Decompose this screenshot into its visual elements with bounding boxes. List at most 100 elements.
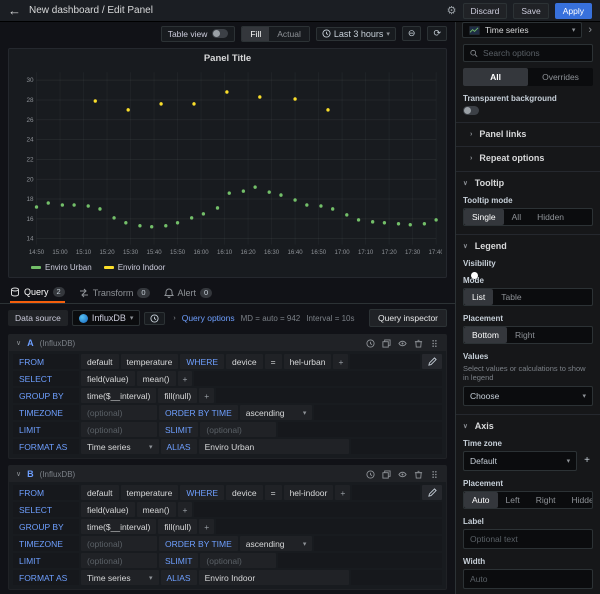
groupby-time[interactable]: time($__interval) bbox=[81, 388, 156, 403]
axis-placement-right[interactable]: Right bbox=[528, 492, 564, 508]
tab-all[interactable]: All bbox=[463, 68, 528, 86]
select-function[interactable]: mean() bbox=[137, 502, 176, 517]
axis-label-input[interactable] bbox=[463, 529, 593, 549]
axis-placement-hidden[interactable]: Hidden bbox=[564, 492, 593, 508]
query-options-link[interactable]: Query options bbox=[182, 313, 235, 323]
drag-handle-icon[interactable] bbox=[430, 339, 439, 348]
retention-policy[interactable]: default bbox=[81, 485, 119, 500]
legend-values-select[interactable]: Choose ▾ bbox=[463, 386, 593, 406]
legend-placement-right[interactable]: Right bbox=[507, 327, 543, 343]
history-icon[interactable] bbox=[366, 470, 375, 479]
tab-alert[interactable]: Alert 0 bbox=[164, 286, 213, 303]
collapse-sidebar-icon[interactable]: › bbox=[586, 24, 594, 36]
add-condition-button[interactable]: + bbox=[335, 485, 350, 500]
measurement[interactable]: temperature bbox=[121, 485, 179, 500]
tab-query[interactable]: Query 2 bbox=[10, 286, 65, 303]
apply-button[interactable]: Apply bbox=[555, 3, 592, 19]
measurement[interactable]: temperature bbox=[121, 354, 179, 369]
repeat-options-group[interactable]: › Repeat options bbox=[456, 146, 600, 163]
format-select[interactable]: Time series ▾ bbox=[81, 570, 159, 585]
axis-placement-auto[interactable]: Auto bbox=[464, 492, 498, 508]
panel-title[interactable]: Panel Title bbox=[9, 49, 446, 66]
eye-icon[interactable] bbox=[398, 470, 407, 479]
eye-icon[interactable] bbox=[398, 339, 407, 348]
edit-raw-query-button[interactable] bbox=[422, 354, 442, 369]
datasource-picker[interactable]: InfluxDB ▾ bbox=[72, 310, 141, 326]
trash-icon[interactable] bbox=[414, 339, 423, 348]
refresh-button[interactable]: ⟳ bbox=[427, 26, 447, 41]
axis-placement-left[interactable]: Left bbox=[498, 492, 528, 508]
where-tag-value[interactable]: hel-indoor bbox=[284, 485, 334, 500]
save-button[interactable]: Save bbox=[513, 3, 548, 19]
groupby-time[interactable]: time($__interval) bbox=[81, 519, 156, 534]
chart-svg[interactable]: 14161820222426283014:5015:0015:1015:2015… bbox=[13, 66, 442, 263]
fill-option[interactable]: Fill bbox=[242, 27, 269, 41]
timezone-input[interactable] bbox=[81, 405, 157, 420]
groupby-fill[interactable]: fill(null) bbox=[158, 519, 197, 534]
orderby-select[interactable]: ascending ▾ bbox=[240, 405, 313, 420]
legend-item-enviro-urban[interactable]: Enviro Urban bbox=[31, 263, 92, 272]
legend-mode-table[interactable]: Table bbox=[493, 289, 529, 305]
retention-policy[interactable]: default bbox=[81, 354, 119, 369]
drag-handle-icon[interactable] bbox=[430, 470, 439, 479]
query-header-a[interactable]: ∨ A (InfluxDB) bbox=[9, 335, 446, 351]
history-icon[interactable] bbox=[366, 339, 375, 348]
add-select-button[interactable]: + bbox=[178, 371, 193, 386]
orderby-select[interactable]: ascending ▾ bbox=[240, 536, 313, 551]
tooltip-mode-all[interactable]: All bbox=[504, 209, 529, 225]
edit-raw-query-button[interactable] bbox=[422, 485, 442, 500]
timezone-input[interactable] bbox=[81, 536, 157, 551]
slimit-input[interactable] bbox=[200, 422, 276, 437]
visualization-picker[interactable]: Time series ▾ bbox=[462, 22, 582, 38]
where-operator[interactable]: = bbox=[265, 354, 282, 369]
tooltip-section-header[interactable]: ∨ Tooltip bbox=[463, 178, 593, 188]
legend-item-enviro-indoor[interactable]: Enviro Indoor bbox=[104, 263, 166, 272]
options-search[interactable] bbox=[463, 44, 593, 62]
gear-icon[interactable]: ⚙ bbox=[447, 4, 457, 17]
datasource-help-button[interactable] bbox=[144, 312, 165, 325]
chevron-right-icon[interactable]: › bbox=[173, 315, 175, 322]
transparent-background-switch[interactable] bbox=[463, 106, 479, 115]
alias-input[interactable] bbox=[199, 439, 349, 454]
add-groupby-button[interactable]: + bbox=[199, 388, 214, 403]
limit-input[interactable] bbox=[81, 553, 157, 568]
back-arrow-icon[interactable]: ← bbox=[8, 3, 21, 18]
where-tag-value[interactable]: hel-urban bbox=[284, 354, 332, 369]
panel-links-group[interactable]: › Panel links bbox=[456, 122, 600, 139]
axis-timezone-select[interactable]: Default ▾ bbox=[463, 451, 577, 471]
collapse-icon[interactable]: ∨ bbox=[16, 470, 21, 478]
tooltip-mode-single[interactable]: Single bbox=[464, 209, 504, 225]
tab-transform[interactable]: Transform 0 bbox=[79, 286, 150, 303]
tooltip-mode-hidden[interactable]: Hidden bbox=[529, 209, 572, 225]
where-tag-key[interactable]: device bbox=[226, 485, 263, 500]
legend-placement-bottom[interactable]: Bottom bbox=[464, 327, 507, 343]
zoom-out-button[interactable]: ⊖ bbox=[402, 26, 422, 41]
table-view-switch[interactable] bbox=[212, 29, 228, 38]
chart-area[interactable]: 14161820222426283014:5015:0015:1015:2015… bbox=[9, 66, 446, 263]
alias-input[interactable] bbox=[199, 570, 349, 585]
where-tag-key[interactable]: device bbox=[226, 354, 263, 369]
axis-width-input[interactable] bbox=[463, 569, 593, 589]
options-search-input[interactable] bbox=[483, 48, 586, 58]
add-timezone-button[interactable]: + bbox=[581, 455, 593, 466]
duplicate-icon[interactable] bbox=[382, 470, 391, 479]
add-condition-button[interactable]: + bbox=[333, 354, 348, 369]
query-inspector-button[interactable]: Query inspector bbox=[369, 309, 447, 327]
trash-icon[interactable] bbox=[414, 470, 423, 479]
where-operator[interactable]: = bbox=[265, 485, 282, 500]
slimit-input[interactable] bbox=[200, 553, 276, 568]
actual-option[interactable]: Actual bbox=[269, 27, 309, 41]
select-field[interactable]: field(value) bbox=[81, 371, 135, 386]
legend-section-header[interactable]: ∨ Legend bbox=[463, 241, 593, 251]
select-function[interactable]: mean() bbox=[137, 371, 176, 386]
query-header-b[interactable]: ∨ B (InfluxDB) bbox=[9, 466, 446, 482]
collapse-icon[interactable]: ∨ bbox=[16, 339, 21, 347]
groupby-fill[interactable]: fill(null) bbox=[158, 388, 197, 403]
limit-input[interactable] bbox=[81, 422, 157, 437]
format-select[interactable]: Time series ▾ bbox=[81, 439, 159, 454]
axis-section-header[interactable]: ∨ Axis bbox=[463, 421, 593, 431]
tab-overrides[interactable]: Overrides bbox=[528, 68, 593, 86]
add-groupby-button[interactable]: + bbox=[199, 519, 214, 534]
select-field[interactable]: field(value) bbox=[81, 502, 135, 517]
add-select-button[interactable]: + bbox=[178, 502, 193, 517]
